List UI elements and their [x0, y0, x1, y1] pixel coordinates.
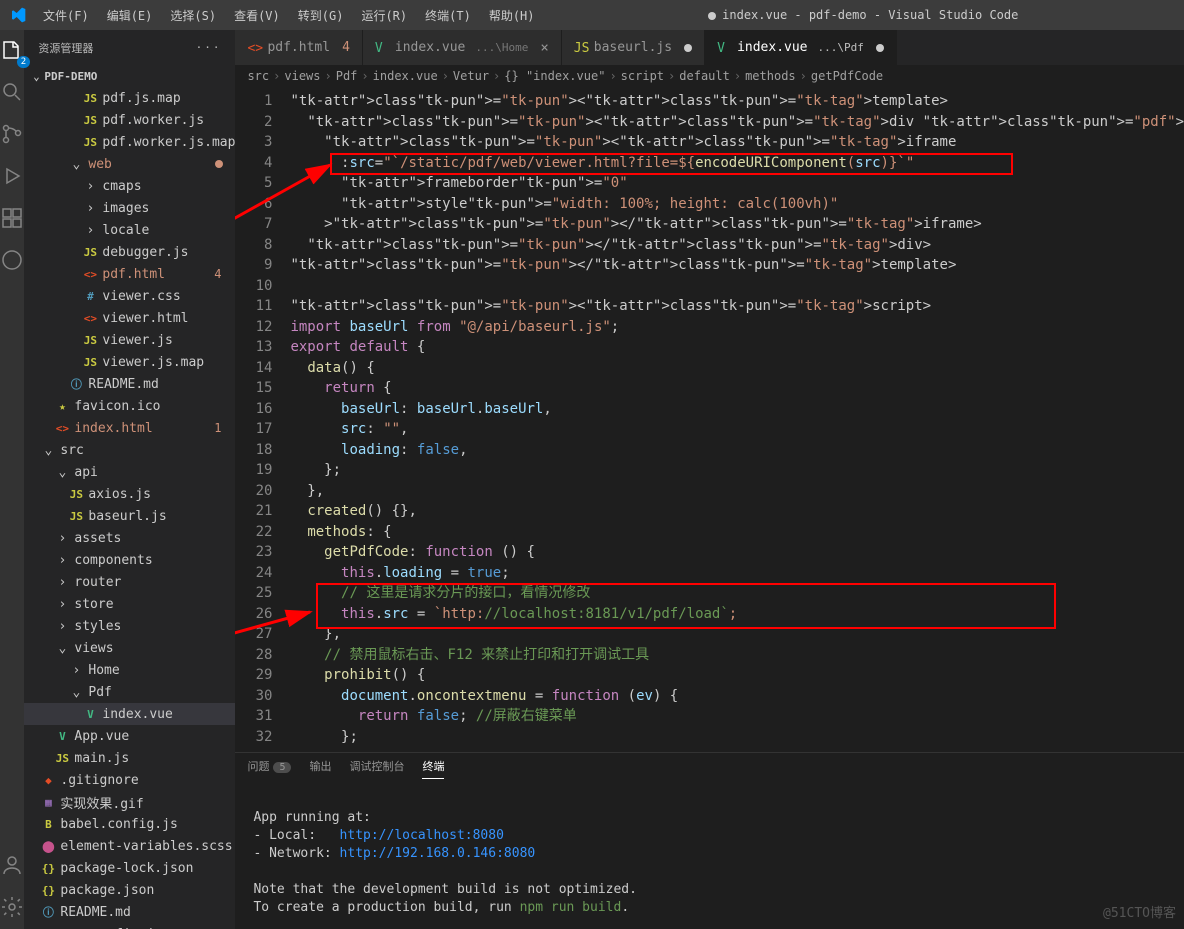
search-icon[interactable]: [0, 80, 24, 104]
tree-item[interactable]: ⌄src: [24, 439, 235, 461]
tree-item[interactable]: <>index.html1: [24, 417, 235, 439]
breadcrumb-item[interactable]: script: [621, 69, 664, 83]
extensions-icon[interactable]: [0, 206, 24, 230]
tree-item[interactable]: ›components: [24, 549, 235, 571]
tree-item[interactable]: JSdebugger.js: [24, 241, 235, 263]
code-lines[interactable]: "tk-attr">class"tk-pun">="tk-pun"><"tk-a…: [290, 87, 1184, 752]
breadcrumb-item[interactable]: src: [247, 69, 269, 83]
tree-item[interactable]: <>viewer.html: [24, 307, 235, 329]
window-title: index.vue - pdf-demo - Visual Studio Cod…: [543, 8, 1184, 22]
watermark: @51CTO博客: [1103, 902, 1176, 921]
tree-item[interactable]: JSvue.config.js: [24, 923, 235, 929]
tab-terminal[interactable]: 终端: [422, 754, 444, 779]
activitybar: 2: [0, 30, 24, 929]
tree-item[interactable]: ◆.gitignore: [24, 769, 235, 791]
tree-item[interactable]: JSpdf.worker.js: [24, 109, 235, 131]
tree-item[interactable]: ›locale: [24, 219, 235, 241]
account-icon[interactable]: [0, 853, 24, 877]
tree-item[interactable]: ›router: [24, 571, 235, 593]
more-icon[interactable]: ···: [196, 41, 222, 54]
terminal-tabs: 问题5 输出 调试控制台 终端: [235, 753, 1184, 779]
tree-item[interactable]: ›Home: [24, 659, 235, 681]
sidebar-section[interactable]: ⌄PDF-DEMO: [24, 65, 235, 87]
tree-item[interactable]: ⌄Pdf: [24, 681, 235, 703]
tree-item[interactable]: JSviewer.js.map: [24, 351, 235, 373]
tree-item[interactable]: ★favicon.ico: [24, 395, 235, 417]
breadcrumb-item[interactable]: index.vue: [373, 69, 438, 83]
tree-item[interactable]: JSaxios.js: [24, 483, 235, 505]
terminal-panel: 问题5 输出 调试控制台 终端 App running at: - Local:…: [235, 752, 1184, 929]
tree-item[interactable]: <>pdf.html4: [24, 263, 235, 285]
menu-terminal[interactable]: 终端(T): [417, 3, 479, 28]
source-control-icon[interactable]: [0, 122, 24, 146]
menubar: 文件(F) 编辑(E) 选择(S) 查看(V) 转到(G) 运行(R) 终端(T…: [35, 3, 543, 28]
menu-select[interactable]: 选择(S): [162, 3, 224, 28]
editor-tab[interactable]: Vindex.vue...\Home×: [363, 30, 562, 65]
tree-item[interactable]: {}package-lock.json: [24, 857, 235, 879]
menu-help[interactable]: 帮助(H): [481, 3, 543, 28]
tree-item[interactable]: ›styles: [24, 615, 235, 637]
tree-item[interactable]: ⌄views: [24, 637, 235, 659]
tree-item[interactable]: JSpdf.js.map: [24, 87, 235, 109]
edge-icon[interactable]: [0, 248, 24, 272]
editor-tab[interactable]: JSbaseurl.js: [562, 30, 705, 65]
code-area[interactable]: 1234567891011121314151617181920212223242…: [235, 87, 1184, 752]
tree-item[interactable]: ⌄api: [24, 461, 235, 483]
tree-item[interactable]: ⓘREADME.md: [24, 373, 235, 395]
tree-item[interactable]: ›assets: [24, 527, 235, 549]
tree-item[interactable]: JSviewer.js: [24, 329, 235, 351]
editor-tab[interactable]: <>pdf.html4: [235, 30, 362, 65]
tree-item[interactable]: ›store: [24, 593, 235, 615]
menu-edit[interactable]: 编辑(E): [99, 3, 161, 28]
tree-item[interactable]: JSpdf.worker.js.map: [24, 131, 235, 153]
tree-item[interactable]: JSmain.js: [24, 747, 235, 769]
tree-item[interactable]: {}package.json: [24, 879, 235, 901]
menu-run[interactable]: 运行(R): [353, 3, 415, 28]
breadcrumb-item[interactable]: Pdf: [336, 69, 358, 83]
menu-view[interactable]: 查看(V): [226, 3, 288, 28]
terminal-body[interactable]: App running at: - Local: http://localhos…: [235, 779, 1184, 929]
tree-item[interactable]: Bbabel.config.js: [24, 813, 235, 835]
breadcrumbs[interactable]: src›views›Pdf›index.vue›Vetur›{} "index.…: [235, 65, 1184, 87]
tree-item[interactable]: ▦实现效果.gif: [24, 791, 235, 813]
editor-tabs: <>pdf.html4Vindex.vue...\Home×JSbaseurl.…: [235, 30, 1184, 65]
editor: <>pdf.html4Vindex.vue...\Home×JSbaseurl.…: [235, 30, 1184, 929]
tree-item[interactable]: ›images: [24, 197, 235, 219]
tree-item[interactable]: JSbaseurl.js: [24, 505, 235, 527]
tree-item[interactable]: ›cmaps: [24, 175, 235, 197]
settings-icon[interactable]: [0, 895, 24, 919]
tab-debug-console[interactable]: 调试控制台: [349, 754, 404, 778]
file-tree: JSpdf.js.mapJSpdf.worker.jsJSpdf.worker.…: [24, 87, 235, 929]
debug-icon[interactable]: [0, 164, 24, 188]
tree-item[interactable]: ⌄web: [24, 153, 235, 175]
sidebar: 资源管理器 ··· ⌄PDF-DEMO JSpdf.js.mapJSpdf.wo…: [24, 30, 235, 929]
tree-item[interactable]: #viewer.css: [24, 285, 235, 307]
titlebar: 文件(F) 编辑(E) 选择(S) 查看(V) 转到(G) 运行(R) 终端(T…: [0, 0, 1184, 30]
editor-tab[interactable]: Vindex.vue...\Pdf: [705, 30, 897, 65]
tree-item[interactable]: ⬤element-variables.scss: [24, 835, 235, 857]
breadcrumb-item[interactable]: views: [284, 69, 320, 83]
tree-item[interactable]: VApp.vue: [24, 725, 235, 747]
breadcrumb-item[interactable]: {} "index.vue": [504, 69, 605, 83]
tab-output[interactable]: 输出: [309, 754, 331, 778]
menu-goto[interactable]: 转到(G): [290, 3, 352, 28]
menu-file[interactable]: 文件(F): [35, 3, 97, 28]
breadcrumb-item[interactable]: methods: [745, 69, 796, 83]
tree-item[interactable]: Vindex.vue: [24, 703, 235, 725]
vscode-logo-icon: [0, 7, 35, 23]
line-gutter: 1234567891011121314151617181920212223242…: [235, 87, 290, 752]
tree-item[interactable]: ⓘREADME.md: [24, 901, 235, 923]
explorer-icon[interactable]: 2: [0, 38, 24, 62]
breadcrumb-item[interactable]: Vetur: [453, 69, 489, 83]
sidebar-title: 资源管理器 ···: [24, 30, 235, 65]
tab-problems[interactable]: 问题5: [247, 754, 291, 778]
breadcrumb-item[interactable]: default: [679, 69, 730, 83]
breadcrumb-item[interactable]: getPdfCode: [811, 69, 883, 83]
explorer-badge: 2: [17, 56, 30, 68]
